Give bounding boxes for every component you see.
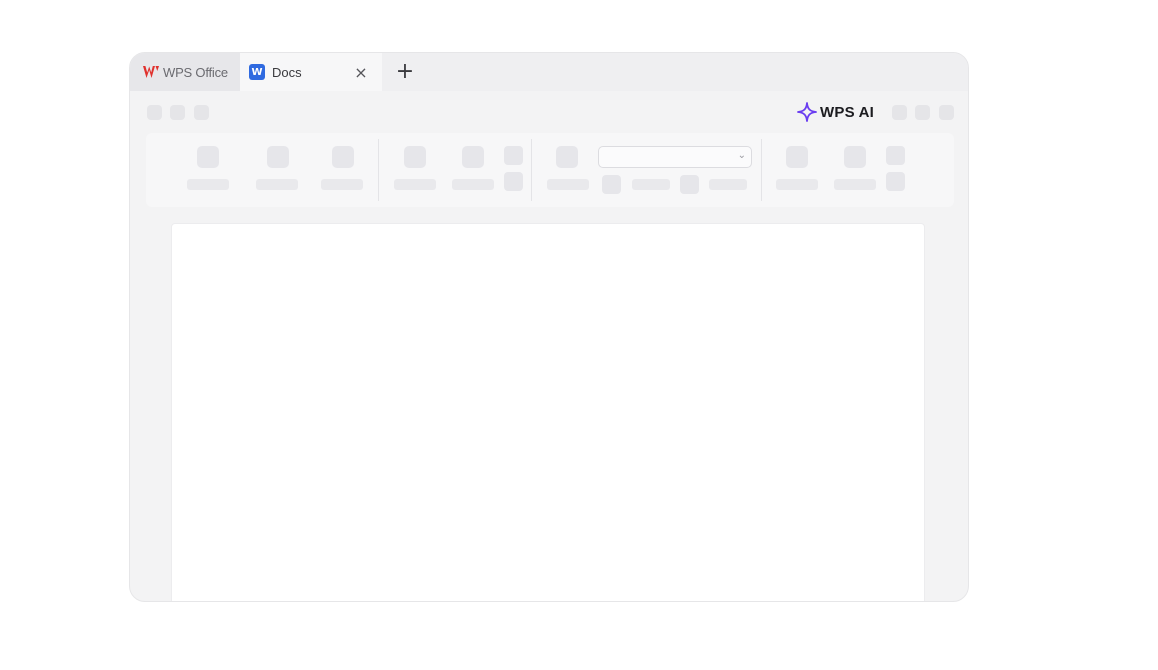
ribbon-label-placeholder [709,179,747,190]
tab-home-label: WPS Office [163,64,228,80]
ribbon-button-placeholder[interactable] [462,146,484,168]
ribbon-label-placeholder [187,179,229,190]
window-control-placeholder[interactable] [892,105,907,120]
ribbon-button-placeholder[interactable] [504,146,523,165]
ribbon-button-placeholder[interactable] [197,146,219,168]
window-control-placeholder[interactable] [915,105,930,120]
plus-icon[interactable]: + [394,61,416,83]
ribbon-button-placeholder[interactable] [886,146,905,165]
ribbon-separator [531,139,532,201]
ribbon-button-placeholder[interactable] [886,172,905,191]
ribbon-button-placeholder[interactable] [556,146,578,168]
tab-bar: WPS Office W Docs × + [130,53,968,91]
ribbon-button-placeholder[interactable] [404,146,426,168]
ribbon-button-placeholder[interactable] [680,175,699,194]
ribbon-separator [378,139,379,201]
font-select[interactable]: ⌄ [598,146,752,168]
document-page[interactable] [171,223,925,601]
app-window: WPS Office W Docs × + WPS AI ⌄ [129,52,969,602]
tab-docs-label: Docs [272,64,302,80]
ribbon-button-placeholder[interactable] [504,172,523,191]
ribbon: ⌄ [146,133,954,207]
ribbon-label-placeholder [452,179,494,190]
word-doc-icon: W [249,64,265,80]
ribbon-button-placeholder[interactable] [786,146,808,168]
ribbon-label-placeholder [547,179,589,190]
tab-wps-office[interactable]: WPS Office [130,53,240,91]
ribbon-label-placeholder [321,179,363,190]
ribbon-button-placeholder[interactable] [332,146,354,168]
wps-ai-label: WPS AI [820,103,874,121]
chevron-down-icon: ⌄ [737,150,746,161]
ribbon-label-placeholder [834,179,876,190]
quick-action-placeholder[interactable] [194,105,209,120]
wps-ai-button[interactable]: WPS AI [797,101,874,123]
ribbon-label-placeholder [776,179,818,190]
sparkle-icon [797,102,817,122]
quick-action-placeholder[interactable] [170,105,185,120]
ribbon-label-placeholder [394,179,436,190]
quick-action-placeholder[interactable] [147,105,162,120]
window-control-placeholder[interactable] [939,105,954,120]
ribbon-separator [761,139,762,201]
ribbon-label-placeholder [256,179,298,190]
ribbon-label-placeholder [632,179,670,190]
wps-logo-icon [143,66,159,78]
ribbon-button-placeholder[interactable] [267,146,289,168]
ribbon-button-placeholder[interactable] [844,146,866,168]
quick-toolbar: WPS AI [130,91,968,133]
close-icon[interactable]: × [352,63,370,82]
ribbon-button-placeholder[interactable] [602,175,621,194]
